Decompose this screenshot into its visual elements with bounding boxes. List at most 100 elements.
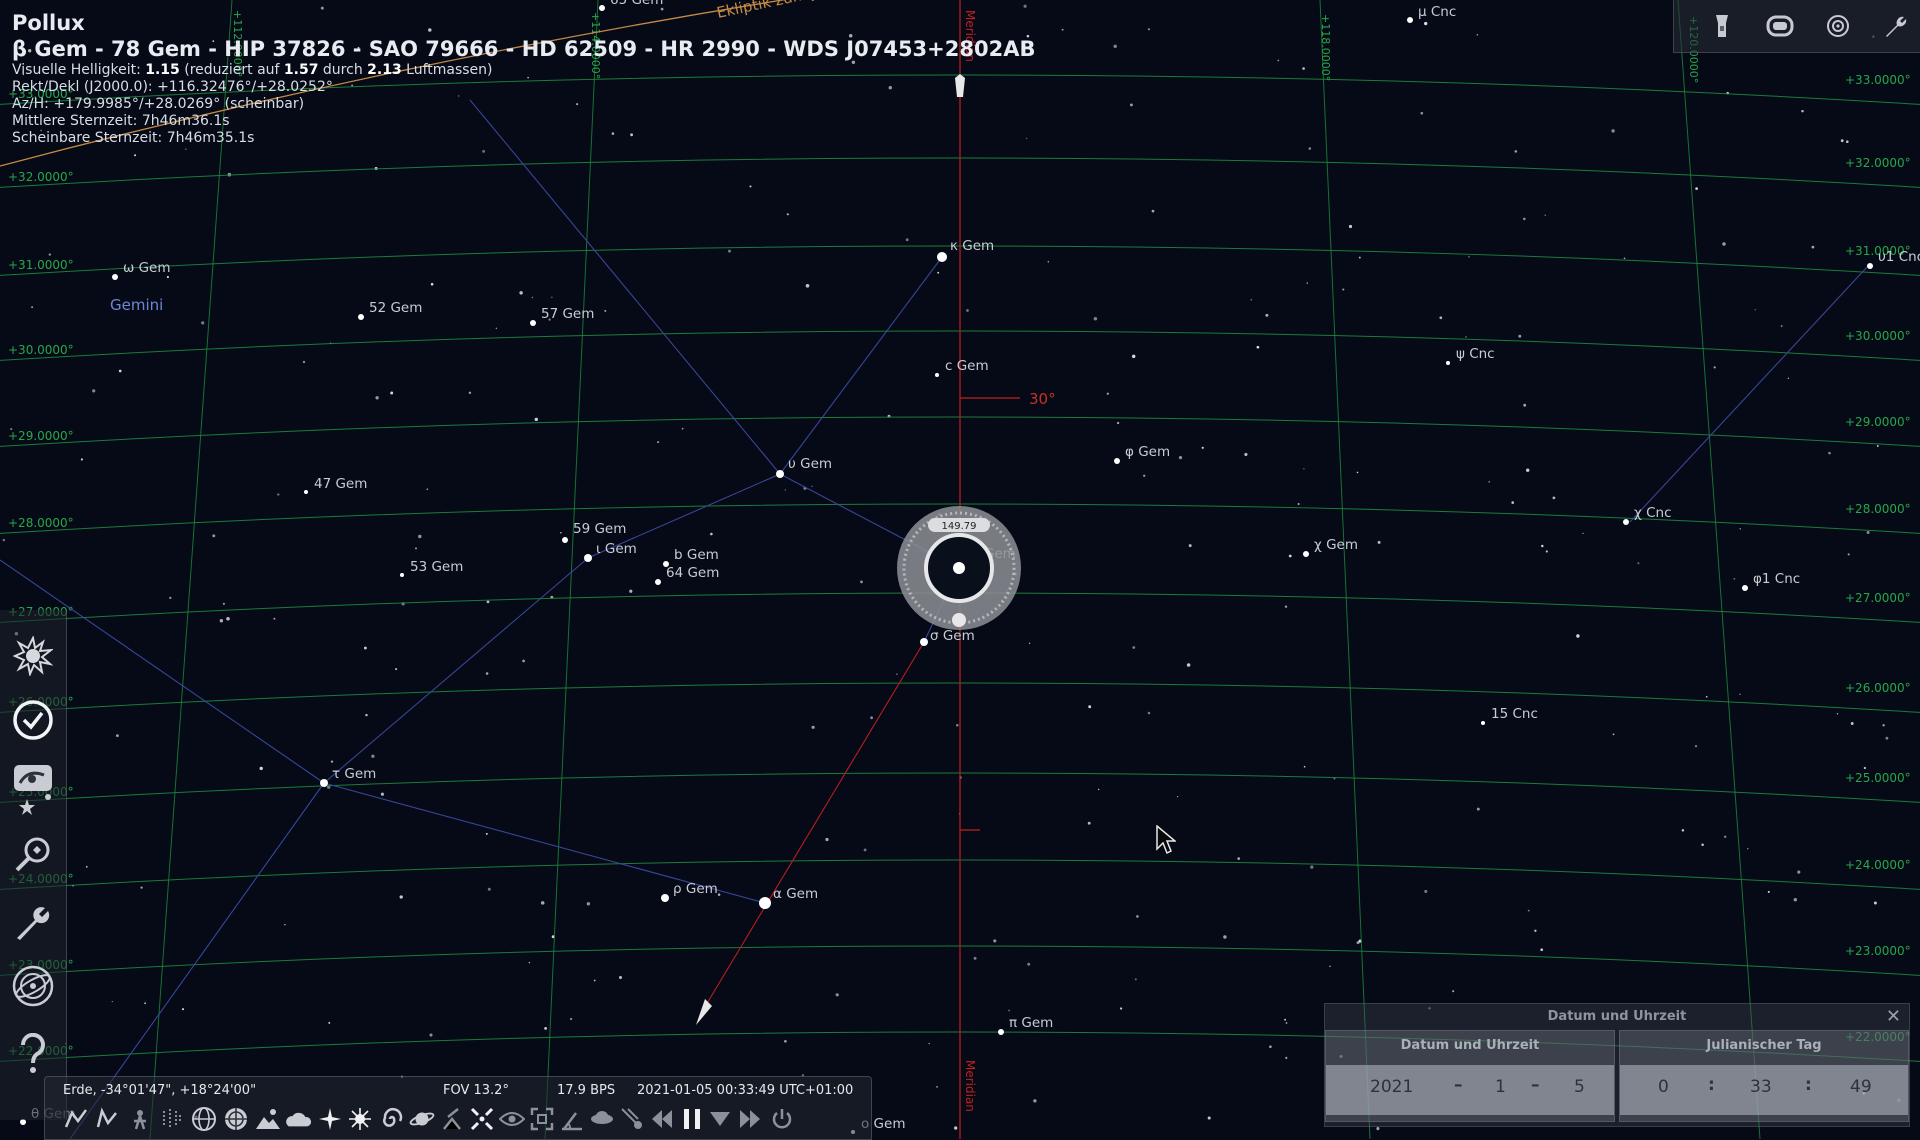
object-name: Pollux [12, 11, 85, 35]
time-separator: : [1805, 1075, 1812, 1095]
help-icon[interactable] [9, 1030, 57, 1078]
object-info-panel: Pollux β Gem - 78 Gem - HIP 37826 - SAO … [12, 10, 1035, 147]
fast-forward-icon[interactable] [737, 1105, 763, 1133]
astro-calc-icon[interactable] [9, 962, 57, 1010]
second-spinbox[interactable]: 49 [1850, 1077, 1872, 1097]
azimuthal-grid-icon[interactable] [223, 1105, 249, 1133]
satellites-icon[interactable] [589, 1105, 615, 1133]
configuration-icon[interactable] [9, 898, 57, 946]
minute-spinbox[interactable]: 33 [1750, 1077, 1772, 1097]
year-spinbox[interactable]: 2021 [1370, 1077, 1413, 1097]
date-group: Datum und Uhrzeit 2021 – 1 – 5 [1325, 1030, 1615, 1122]
rewind-icon[interactable] [649, 1105, 675, 1133]
hour-spinbox[interactable]: 0 [1658, 1077, 1669, 1097]
dec-label: +32.0000° [8, 170, 74, 184]
radec-line: Rekt/Dekl (J2000.0): +116.32476°/+28.025… [12, 79, 333, 95]
constellation-boundaries-icon[interactable] [159, 1105, 185, 1133]
location-icon[interactable] [9, 632, 57, 680]
svg-text:Meridian: Meridian [963, 1060, 977, 1112]
star-label: α Gem [773, 886, 818, 902]
dec-label: +23.0000° [1845, 944, 1911, 958]
planets-icon[interactable] [409, 1105, 435, 1133]
top-toolbar [1673, 0, 1920, 53]
wrench-icon[interactable] [1879, 10, 1911, 42]
star-label: 64 Gem [666, 565, 719, 581]
star-label: 59 Gem [573, 521, 626, 537]
constellation-lines-icon[interactable] [63, 1105, 89, 1133]
star-label: π Gem [1009, 1015, 1053, 1031]
search-icon[interactable] [9, 830, 57, 878]
star-label: φ1 Cnc [1753, 571, 1800, 587]
dec-label: +28.0000° [1845, 502, 1911, 516]
atmosphere-icon[interactable] [285, 1105, 311, 1133]
star-label: σ Gem [930, 628, 975, 644]
mount-mode-icon[interactable] [559, 1105, 585, 1133]
nebula-icon[interactable] [379, 1105, 405, 1133]
date-time-window: Datum und Uhrzeit ✕ Datum und Uhrzeit 20… [1324, 1003, 1910, 1127]
real-time-icon[interactable] [707, 1105, 733, 1133]
date-separator: – [1531, 1075, 1540, 1095]
day-spinbox[interactable]: 5 [1574, 1077, 1585, 1097]
sky-settings-icon[interactable] [9, 760, 57, 818]
mean-sidereal-line: Mittlere Sternzeit: 7h46m36.1s [12, 113, 230, 129]
eye-icon[interactable] [499, 1105, 525, 1133]
star-label: 52 Gem [369, 300, 422, 316]
star-label: φ Gem [1125, 444, 1170, 460]
star-label: ψ Cnc [1456, 346, 1495, 362]
night-mode-icon[interactable] [1764, 10, 1796, 42]
star-label: c Gem [945, 358, 989, 374]
deep-sky-objects-icon[interactable] [347, 1105, 373, 1133]
object-identifiers: β Gem - 78 Gem - HIP 37826 - SAO 79666 -… [12, 37, 1036, 61]
star-label: χ Cnc [1634, 505, 1672, 521]
dec-label: +30.0000° [1845, 329, 1911, 343]
ground-icon[interactable] [255, 1105, 281, 1133]
telescope-mount-icon[interactable] [439, 1105, 465, 1133]
constellation-art-icon[interactable] [127, 1105, 153, 1133]
fps-status: 17.9 BPS [557, 1083, 616, 1098]
fov-status: FOV 13.2° [443, 1083, 509, 1098]
dec-label: +28.0000° [8, 516, 74, 530]
dec-label: +24.0000° [1845, 858, 1911, 872]
sky-view[interactable]: +33.0000°+33.0000°+32.0000°+32.0000°+31.… [0, 0, 1920, 1139]
constellation-labels-icon[interactable] [95, 1105, 121, 1133]
target-icon[interactable] [1822, 10, 1854, 42]
pause-icon[interactable] [679, 1105, 705, 1133]
location-status: Erde, -34°01'47", +18°24'00" [63, 1083, 257, 1098]
equatorial-grid-icon[interactable] [191, 1105, 217, 1133]
clock-icon[interactable] [9, 696, 57, 744]
magnitude-line: Visuelle Helligkeit: 1.15 (reduziert auf… [12, 62, 493, 78]
star-label: υ1 Cnc [1878, 249, 1920, 265]
star[interactable]: 47 Gem [304, 476, 367, 494]
selected-object-marker[interactable]: 149.79 [897, 506, 1021, 630]
star[interactable]: 53 Gem [400, 559, 463, 577]
selected-distance: 149.79 [942, 521, 977, 532]
dec-label: +32.0000° [1845, 156, 1911, 170]
close-icon[interactable]: ✕ [1886, 1006, 1901, 1027]
fullscreen-icon[interactable] [529, 1105, 555, 1133]
star-label: τ Gem [332, 766, 376, 782]
star-label: 15 Cnc [1491, 706, 1538, 722]
dec-label: +25.0000° [1845, 771, 1911, 785]
quit-icon[interactable] [769, 1105, 795, 1133]
time-separator: : [1708, 1075, 1715, 1095]
dec-label: +29.0000° [1845, 415, 1911, 429]
dec-label: +31.0000° [8, 258, 74, 272]
constellation-name-label: Gemini [110, 296, 163, 314]
meteor-icon[interactable] [619, 1105, 645, 1133]
datetime-status: 2021-01-05 00:33:49 UTC+01:00 [637, 1083, 854, 1098]
julian-day-group: Julianischer Tag 0 : 33 : 49 [1619, 1030, 1909, 1122]
date-separator: – [1454, 1075, 1463, 1095]
star-label: ρ Gem [673, 881, 718, 897]
star-label: χ Gem [1314, 537, 1358, 553]
month-spinbox[interactable]: 1 [1495, 1077, 1506, 1097]
date-group-title: Datum und Uhrzeit [1400, 1038, 1540, 1053]
star-label: υ Gem [788, 456, 832, 472]
dec-label: +29.0000° [8, 429, 74, 443]
date-time-window-title: Datum und Uhrzeit [1547, 1009, 1687, 1024]
star-label: 53 Gem [410, 559, 463, 575]
center-object-icon[interactable] [469, 1105, 495, 1133]
azalt-line: Az/H: +179.9985°/+28.0269° (scheinbar) [12, 96, 305, 112]
star-label: ι Gem [596, 541, 637, 557]
flashlight-icon[interactable] [1706, 10, 1738, 42]
cardinal-points-icon[interactable] [317, 1105, 343, 1133]
